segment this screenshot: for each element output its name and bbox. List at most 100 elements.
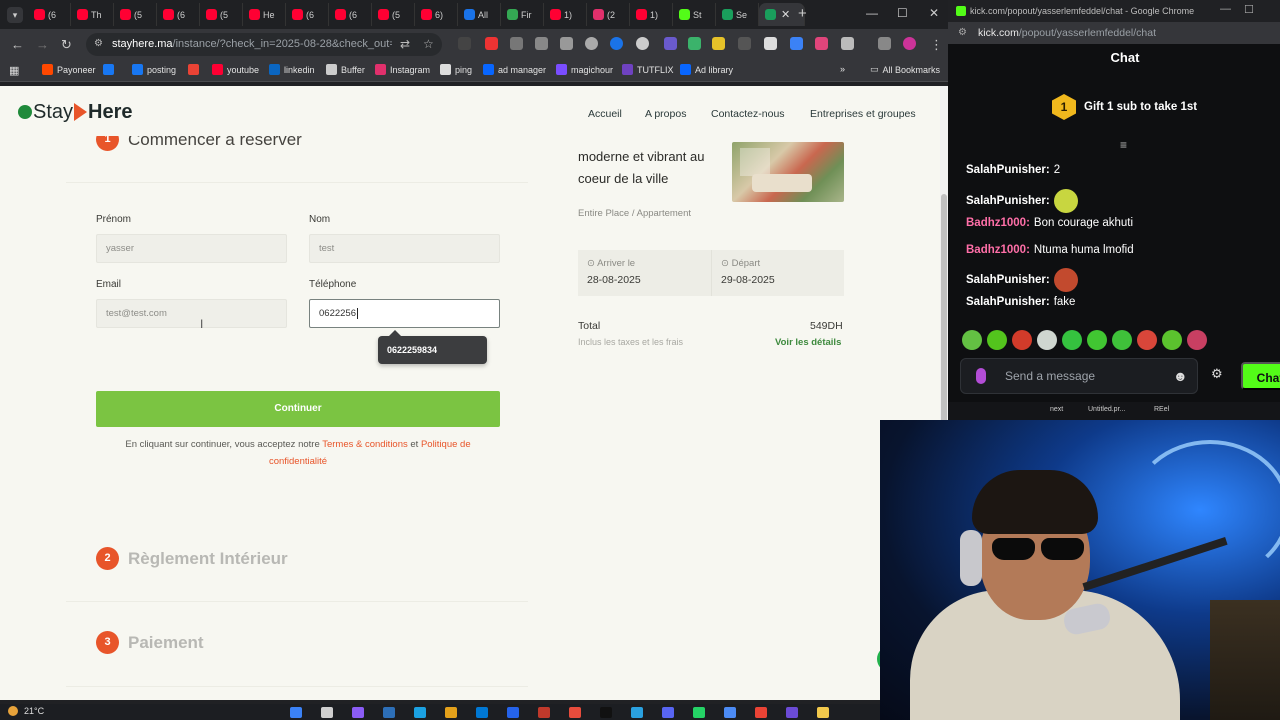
listing-photo[interactable]	[732, 142, 844, 202]
desktop-file-label[interactable]: next	[1050, 406, 1063, 413]
emote-icon[interactable]	[1162, 330, 1182, 350]
extension-icon[interactable]	[458, 37, 471, 50]
extension-icon[interactable]	[510, 37, 523, 50]
maximize-icon[interactable]: ☐	[1244, 3, 1254, 16]
nav-entreprises[interactable]: Entreprises et groupes	[810, 108, 916, 120]
url-text[interactable]: stayhere.ma/instance/?check_in=2025-08-2…	[112, 38, 392, 50]
emote-icon[interactable]	[1037, 330, 1057, 350]
back-icon[interactable]: ←	[11, 37, 24, 52]
bookmark-item[interactable]: ping	[440, 64, 472, 75]
reading-list-icon[interactable]	[878, 37, 891, 50]
chat-send-button[interactable]: Chat	[1241, 362, 1280, 390]
close-window-icon[interactable]: ✕	[929, 6, 939, 20]
chat-username[interactable]: Badhz1000:	[966, 244, 1030, 256]
address-bar[interactable]: ⚙ stayhere.ma/instance/?check_in=2025-08…	[86, 33, 442, 56]
desktop-file-label[interactable]: REel	[1154, 406, 1169, 413]
tab-search-icon[interactable]: ▾	[7, 7, 23, 23]
translate-icon[interactable]: ⇄	[400, 37, 410, 51]
emote-icon[interactable]	[1112, 330, 1132, 350]
extension-icon[interactable]	[764, 37, 777, 50]
browser-tab[interactable]: (5	[200, 3, 243, 26]
nav-a-propos[interactable]: A propos	[645, 108, 686, 120]
browser-tab[interactable]: He	[243, 3, 286, 26]
chat-username[interactable]: SalahPunisher:	[966, 274, 1050, 286]
extension-icon[interactable]	[560, 37, 573, 50]
extensions-puzzle-icon[interactable]	[841, 37, 854, 50]
site-info-icon[interactable]: ⚙	[94, 38, 105, 50]
minimize-icon[interactable]: —	[866, 6, 878, 20]
reload-icon[interactable]: ↻	[61, 37, 72, 53]
taskbar-app-icon[interactable]	[755, 707, 767, 718]
apps-grid-icon[interactable]: ▦	[9, 64, 19, 77]
site-logo[interactable]: Stay Here	[18, 100, 133, 124]
chat-message[interactable]: Badhz1000: Ntuma huma lmofid	[966, 244, 1134, 256]
browser-tab[interactable]: (6	[28, 3, 71, 26]
chat-message[interactable]: Badhz1000: Bon courage akhuti	[966, 217, 1133, 229]
chat-message-input[interactable]: Send a message ☻	[960, 358, 1198, 394]
browser-tab[interactable]: St	[673, 3, 716, 26]
terms-conditions-link[interactable]: Termes & conditions	[322, 439, 408, 450]
bookmark-item[interactable]: posting	[132, 64, 176, 75]
all-bookmarks-button[interactable]: ▭ All Bookmarks	[870, 64, 940, 75]
bookmark-item[interactable]: ad manager	[483, 64, 546, 75]
email-input[interactable]: test@test.com	[96, 299, 287, 328]
bookmark-item[interactable]: Instagram	[375, 64, 430, 75]
chrome-menu-icon[interactable]: ⋮	[930, 37, 943, 53]
extension-icon[interactable]	[610, 37, 623, 50]
browser-tab[interactable]: Fir	[501, 3, 544, 26]
nom-input[interactable]: test	[309, 234, 500, 263]
chat-message[interactable]: SalahPunisher:	[966, 189, 1078, 213]
taskbar-app-icon[interactable]	[290, 707, 302, 718]
tab-close-icon[interactable]: ✕	[781, 8, 790, 21]
taskbar-app-icon[interactable]	[383, 707, 395, 718]
taskbar-app-icon[interactable]	[662, 707, 674, 718]
browser-tab[interactable]: (6	[286, 3, 329, 26]
emote-icon[interactable]	[987, 330, 1007, 350]
bookmark-item[interactable]	[103, 64, 118, 75]
taskbar-app-icon[interactable]	[631, 707, 643, 718]
emoji-icon[interactable]: ☻	[1173, 368, 1188, 384]
gift-sub-banner[interactable]: 1 Gift 1 sub to take 1st	[1052, 94, 1197, 120]
chat-username[interactable]: Badhz1000:	[966, 217, 1030, 229]
emote-icon[interactable]	[1062, 330, 1082, 350]
minimize-icon[interactable]: —	[1220, 3, 1231, 15]
taskbar-app-icon[interactable]	[786, 707, 798, 718]
chat-message[interactable]: SalahPunisher: 2	[966, 164, 1060, 176]
bookmark-item[interactable]: Buffer	[326, 64, 365, 75]
extension-icon[interactable]	[664, 37, 677, 50]
taskbar-app-icon[interactable]	[507, 707, 519, 718]
desktop-file-label[interactable]: Untitled.pr...	[1088, 406, 1125, 413]
forward-icon[interactable]: →	[36, 37, 49, 52]
taskbar-app-icon[interactable]	[321, 707, 333, 718]
extension-icon[interactable]	[815, 37, 828, 50]
taskbar-app-icon[interactable]	[724, 707, 736, 718]
bookmark-star-icon[interactable]: ☆	[423, 37, 434, 51]
taskbar-app-icon[interactable]	[352, 707, 364, 718]
browser-tab[interactable]: (6	[329, 3, 372, 26]
step-2-header[interactable]: 2 Règlement Intérieur	[96, 547, 288, 570]
maximize-icon[interactable]: ☐	[897, 6, 908, 20]
nav-accueil[interactable]: Accueil	[588, 108, 622, 120]
browser-tab[interactable]: Se	[716, 3, 759, 26]
browser-tab[interactable]: All	[458, 3, 501, 26]
bookmark-item[interactable]: Payoneer	[42, 64, 96, 75]
bookmark-item[interactable]: youtube	[212, 64, 259, 75]
chat-settings-gear-icon[interactable]: ⚙	[1211, 366, 1223, 382]
taskbar-app-icon[interactable]	[538, 707, 550, 718]
extension-icon[interactable]	[688, 37, 701, 50]
taskbar-app-icon[interactable]	[569, 707, 581, 718]
taskbar-app-icon[interactable]	[600, 707, 612, 718]
bookmark-item[interactable]: TUTFLIX	[622, 64, 674, 75]
weather-widget[interactable]: 21°C	[8, 706, 44, 716]
bookmarks-overflow-icon[interactable]: »	[840, 64, 845, 74]
browser-tab[interactable]: (5	[114, 3, 157, 26]
prenom-input[interactable]: yasser	[96, 234, 287, 263]
bookmark-item[interactable]: magichour	[556, 64, 613, 75]
emote-icon[interactable]	[962, 330, 982, 350]
chat-username[interactable]: SalahPunisher:	[966, 296, 1050, 308]
new-tab-button[interactable]: +	[798, 5, 807, 22]
site-info-icon[interactable]: ⚙	[958, 27, 967, 38]
continue-button[interactable]: Continuer	[96, 391, 500, 427]
nav-contactez-nous[interactable]: Contactez-nous	[711, 108, 785, 120]
taskbar-app-icon[interactable]	[445, 707, 457, 718]
